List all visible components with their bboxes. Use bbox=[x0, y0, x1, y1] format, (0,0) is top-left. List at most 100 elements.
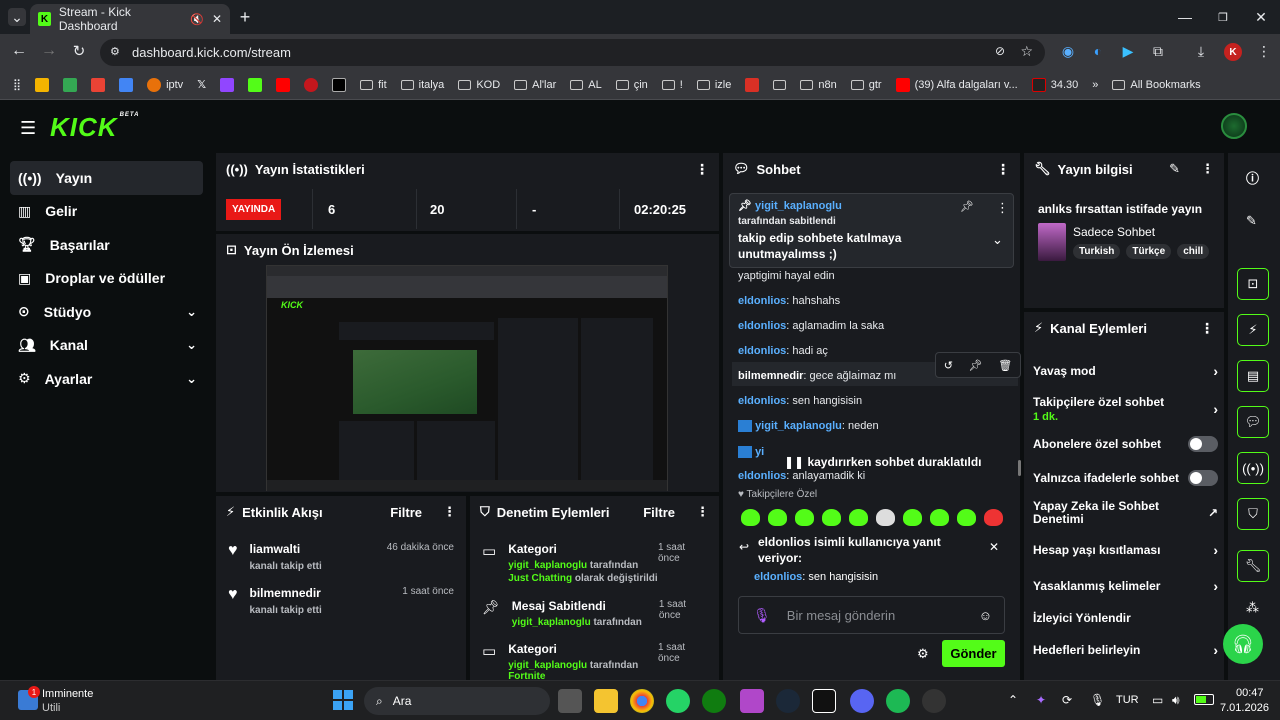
emote-icon[interactable] bbox=[768, 509, 787, 526]
close-reply-icon[interactable]: ✕ bbox=[989, 540, 999, 554]
emote-icon[interactable] bbox=[822, 509, 841, 526]
browser-tab[interactable]: K Stream - Kick Dashboard 🔇 ✕ bbox=[30, 4, 230, 34]
sidebar-item-basarilar[interactable]: 🏆︎ Başarılar bbox=[10, 228, 203, 262]
bolt-quick-button[interactable]: ⚡︎ bbox=[1237, 314, 1269, 346]
preview-quick-button[interactable]: ⊡ bbox=[1237, 268, 1269, 300]
tray-mic-icon[interactable]: 🎙︎ bbox=[1090, 693, 1105, 707]
emote-icon[interactable] bbox=[984, 509, 1003, 526]
support-button[interactable]: 🎧︎ bbox=[1223, 624, 1263, 664]
emote-icon[interactable] bbox=[849, 509, 868, 526]
chat-scrollbar[interactable] bbox=[1018, 460, 1021, 476]
extension-2-icon[interactable]: ◐ bbox=[1090, 43, 1106, 59]
bookmark-3430[interactable]: 34.30 bbox=[1025, 77, 1086, 92]
emote-icon[interactable] bbox=[795, 509, 814, 526]
broadcast-quick-button[interactable]: ((•)) bbox=[1237, 452, 1269, 484]
send-button[interactable]: Gönder bbox=[942, 640, 1005, 667]
edit-icon[interactable]: ✎ bbox=[1169, 161, 1180, 177]
bookmark-folder-blank[interactable] bbox=[766, 79, 793, 90]
sidebar-item-studyo[interactable]: ⊙ Stüdyo ⌄ bbox=[10, 295, 203, 329]
bookmark-folder-allar[interactable]: Al'lar bbox=[507, 79, 563, 91]
discord-icon[interactable] bbox=[850, 689, 874, 713]
info-icon[interactable]: ⓘ bbox=[1246, 168, 1259, 187]
download-icon[interactable]: ⤓ bbox=[1193, 43, 1209, 59]
banned-words-row[interactable]: Yasaklanmış kelimeler › bbox=[1033, 578, 1218, 594]
network-icon[interactable]: ▭ bbox=[1152, 693, 1163, 707]
tray-chevron-icon[interactable]: ⌃ bbox=[1008, 693, 1018, 707]
bookmark-folder-izle[interactable]: izle bbox=[690, 79, 739, 91]
bookmark-tv-icon[interactable] bbox=[325, 77, 353, 92]
bookmark-youtube-alfa[interactable]: (39) Alfa dalgaları v... bbox=[889, 77, 1025, 92]
minimize-icon[interactable]: — bbox=[1176, 8, 1194, 26]
chat-settings-icon[interactable]: ⚙ bbox=[917, 646, 929, 662]
chat-quick-button[interactable]: 💬︎ bbox=[1237, 406, 1269, 438]
more-icon[interactable]: ⋮ bbox=[695, 161, 709, 178]
all-bookmarks[interactable]: All Bookmarks bbox=[1105, 79, 1207, 91]
emote-icon[interactable] bbox=[876, 509, 895, 526]
more-icon[interactable]: ⋮ bbox=[1201, 161, 1214, 177]
site-info-icon[interactable]: ⚙ bbox=[110, 45, 120, 58]
more-icon[interactable]: ⋮ bbox=[996, 200, 1009, 216]
emote-chat-toggle[interactable] bbox=[1188, 470, 1218, 486]
sidebar-item-yayin[interactable]: ((•)) Yayın bbox=[10, 161, 203, 195]
tray-sync-icon[interactable]: ⟳ bbox=[1062, 693, 1072, 707]
battery-icon[interactable] bbox=[1194, 694, 1214, 705]
goals-row[interactable]: Hedefleri belirleyin › bbox=[1033, 642, 1218, 658]
star-icon[interactable]: ☆ bbox=[1020, 43, 1033, 60]
moderation-quick-button[interactable]: ⛉ bbox=[1237, 498, 1269, 530]
slow-mode-row[interactable]: Yavaş mod › bbox=[1033, 363, 1218, 379]
chevron-down-icon[interactable]: ⌄ bbox=[992, 232, 1003, 248]
apps-icon[interactable]: ⣿ bbox=[6, 78, 28, 91]
bookmark-youtube-icon[interactable] bbox=[269, 77, 297, 92]
wrench-quick-button[interactable]: 🔧︎ bbox=[1237, 550, 1269, 582]
bookmark-folder-fit[interactable]: fit bbox=[353, 79, 394, 91]
pinned-message[interactable]: 📌︎ yigit_kaplanoglu tarafından sabitlend… bbox=[729, 193, 1014, 268]
bookmark-twitch-icon[interactable] bbox=[213, 77, 241, 92]
bookmark-red-icon[interactable] bbox=[297, 77, 325, 92]
bookmark-folder-excl[interactable]: ! bbox=[655, 79, 690, 91]
bookmark-gmail-icon[interactable] bbox=[84, 77, 112, 92]
chat-message[interactable]: eldonlios: sen hangisisin bbox=[738, 395, 862, 407]
reload-icon[interactable]: ↻ bbox=[70, 42, 88, 60]
mute-icon[interactable]: 🔇 bbox=[190, 13, 204, 26]
tab-search-icon[interactable]: ⌄ bbox=[8, 8, 26, 26]
bookmark-folder-italya[interactable]: italya bbox=[394, 79, 452, 91]
clock-date[interactable]: 7.01.2026 bbox=[1220, 702, 1269, 714]
whatsapp-icon[interactable] bbox=[666, 689, 690, 713]
chat-message[interactable]: eldonlios: anlayamadik ki bbox=[738, 470, 865, 482]
tray-app-icon[interactable]: ✦ bbox=[1036, 693, 1046, 707]
hamburger-icon[interactable]: ☰ bbox=[20, 118, 36, 139]
bookmark-pdf-icon[interactable] bbox=[738, 77, 766, 92]
ai-moderation-row[interactable]: Yapay Zeka ile Sohbet Denetimi ↗ bbox=[1033, 499, 1218, 526]
eye-off-icon[interactable]: ⊘ bbox=[995, 44, 1005, 58]
emote-icon[interactable] bbox=[957, 509, 976, 526]
sidebar-item-gelir[interactable]: ▥ Gelir bbox=[10, 195, 203, 229]
chat-message[interactable]: yaptigimi hayal edin bbox=[738, 270, 835, 282]
bookmark-folder-kod[interactable]: KOD bbox=[451, 79, 507, 91]
chrome-icon[interactable] bbox=[630, 689, 654, 713]
profile-avatar[interactable]: K bbox=[1224, 43, 1242, 61]
menu-icon[interactable]: ⋮ bbox=[1256, 43, 1272, 59]
kick-logo[interactable]: KICK BETA bbox=[50, 112, 139, 143]
bookmarks-overflow-icon[interactable]: » bbox=[1085, 79, 1105, 91]
volume-icon[interactable]: 🔊︎ bbox=[1172, 693, 1180, 708]
app-icon[interactable] bbox=[740, 689, 764, 713]
account-age-row[interactable]: Hesap yaşı kısıtlaması › bbox=[1033, 542, 1218, 558]
tag[interactable]: Turkish bbox=[1073, 244, 1121, 259]
back-icon[interactable]: ← bbox=[10, 42, 28, 60]
bookmark-x-icon[interactable]: 𝕏 bbox=[190, 78, 213, 91]
taskview-icon[interactable] bbox=[558, 689, 582, 713]
tag[interactable]: Türkçe bbox=[1126, 244, 1172, 259]
chat-message[interactable]: yigit_kaplanoglu: neden bbox=[738, 420, 879, 433]
followers-chat-row[interactable]: Takipçilere özel sohbet 1 dk. › bbox=[1033, 395, 1218, 423]
sidebar-item-ayarlar[interactable]: ⚙ Ayarlar ⌄ bbox=[10, 362, 203, 396]
extension-1-icon[interactable]: ◉ bbox=[1060, 43, 1076, 59]
spotify-icon[interactable] bbox=[886, 689, 910, 713]
more-icon[interactable]: ⋮ bbox=[443, 504, 456, 520]
language-indicator[interactable]: TUR bbox=[1116, 694, 1139, 706]
more-icon[interactable]: ⋮ bbox=[696, 504, 709, 520]
subs-chat-row[interactable]: Abonelere özel sohbet bbox=[1033, 436, 1218, 452]
emote-chat-row[interactable]: Yalnızca ifadelerle sohbet bbox=[1033, 470, 1218, 486]
sidebar-item-droplar[interactable]: ▣ Droplar ve ödüller bbox=[10, 262, 203, 296]
bookmark-folder-cin[interactable]: çin bbox=[609, 79, 655, 91]
extensions-icon[interactable]: ⧉ bbox=[1150, 43, 1166, 59]
